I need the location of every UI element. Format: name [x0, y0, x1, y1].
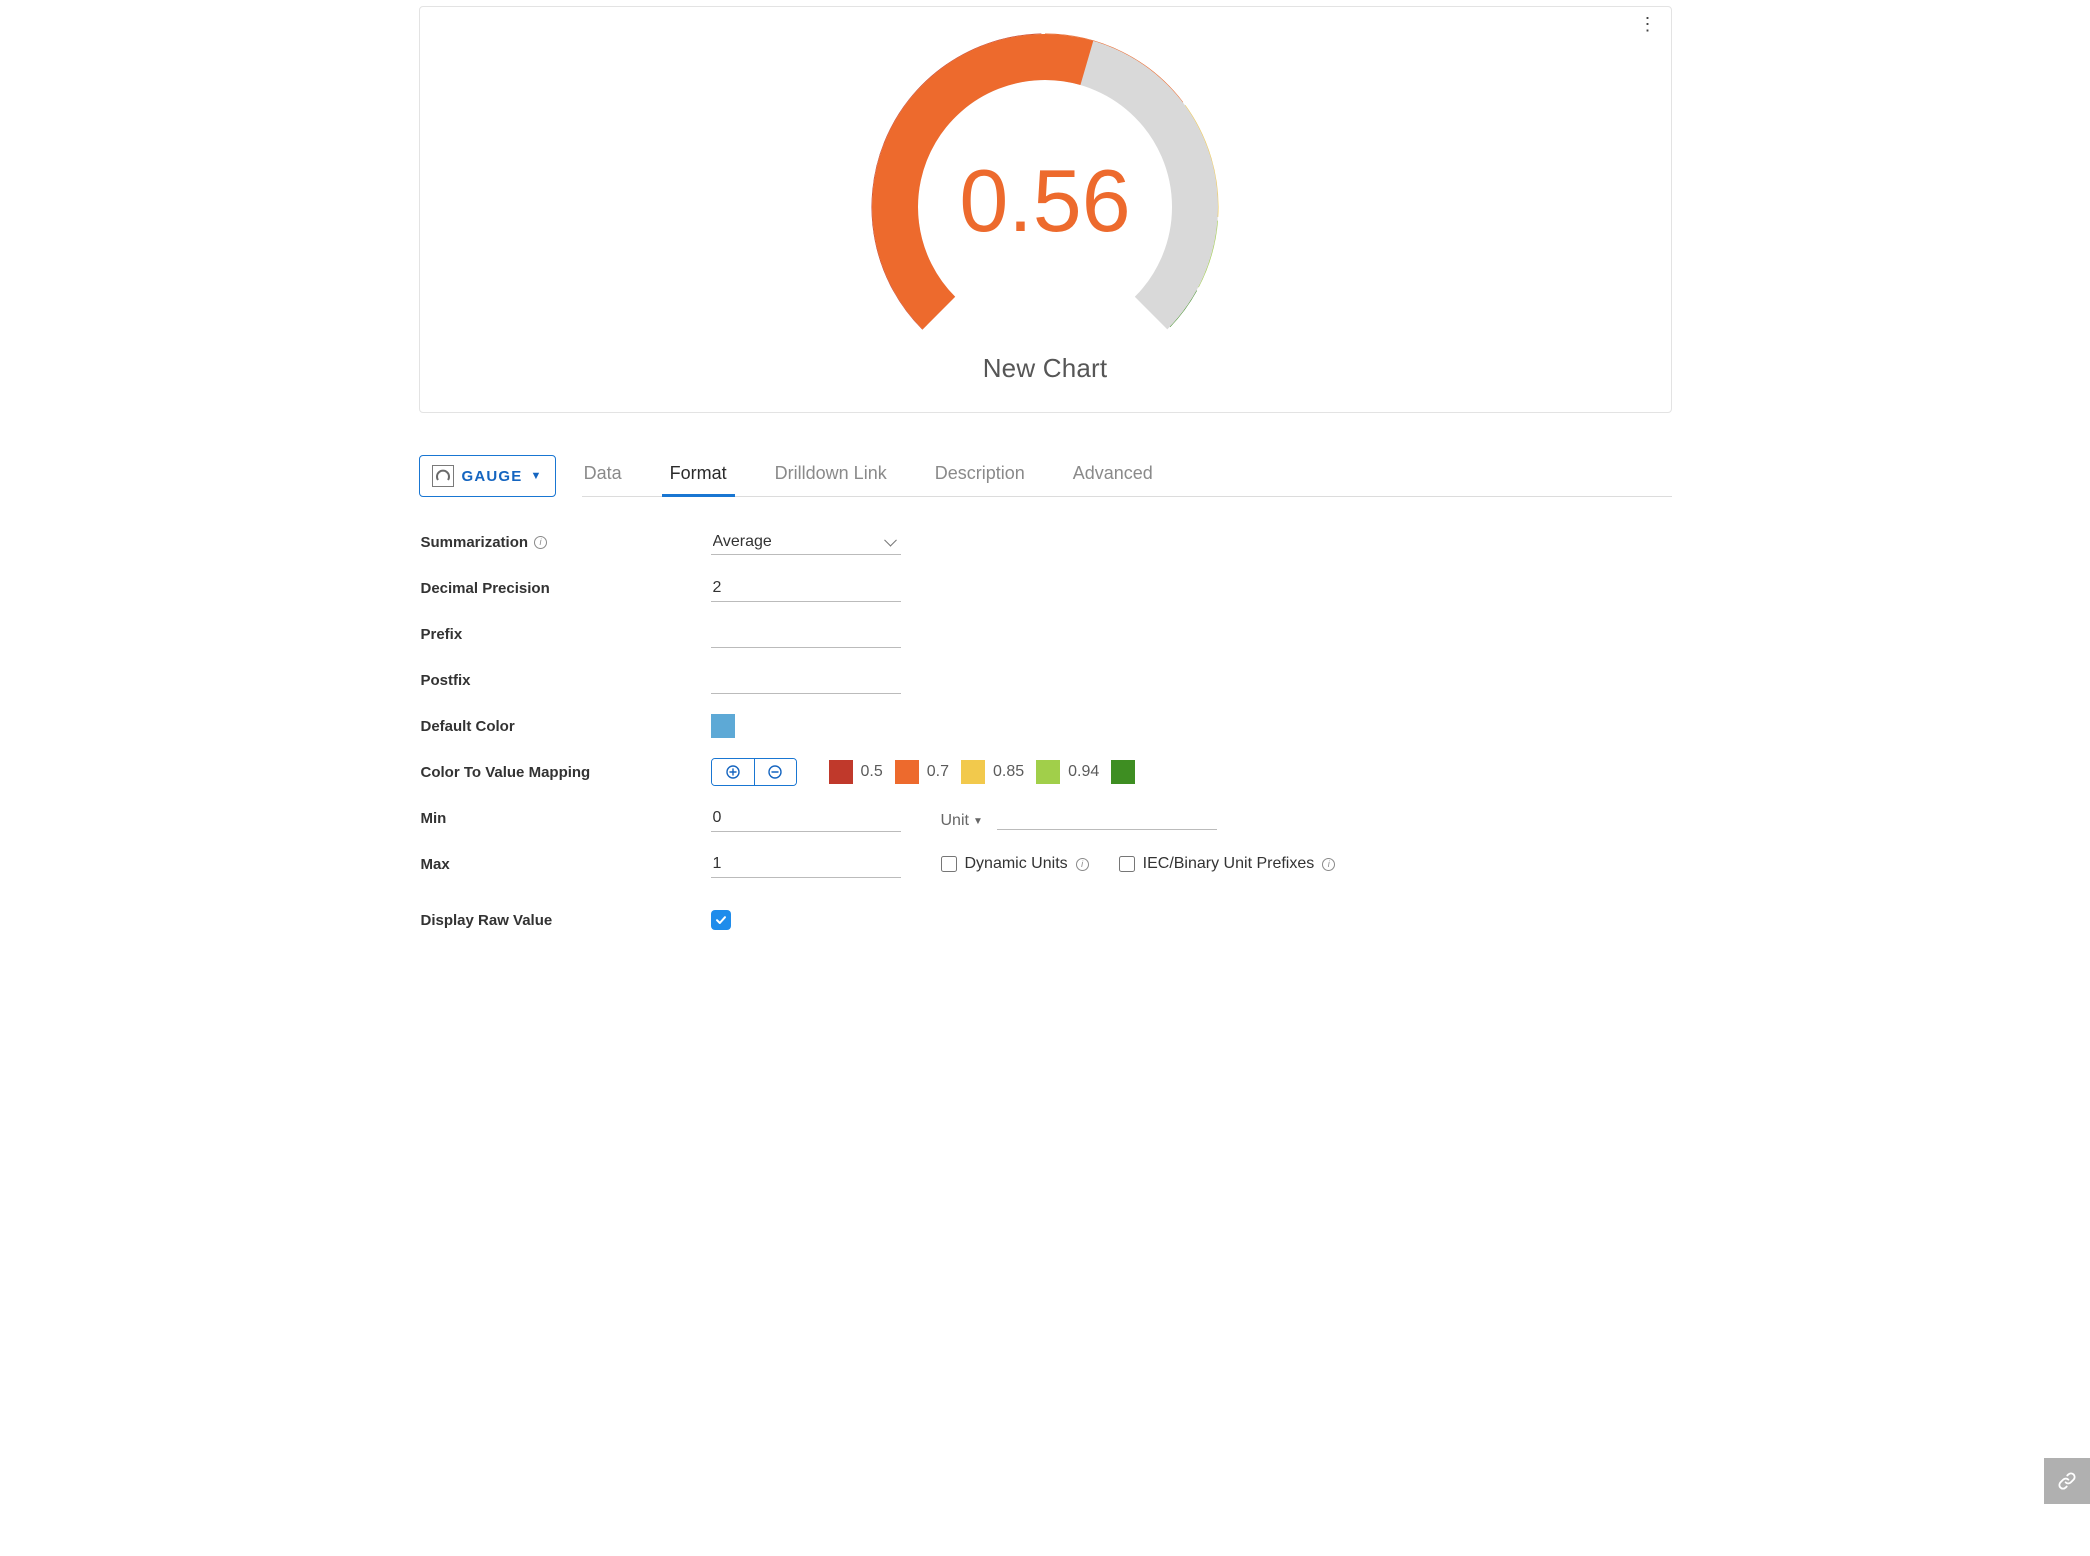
tab-drilldown[interactable]: Drilldown Link	[773, 455, 889, 496]
info-icon[interactable]: i	[1076, 858, 1089, 871]
display-raw-label: Display Raw Value	[421, 912, 711, 929]
summarization-select[interactable]: Average	[711, 529, 901, 555]
ctv-stop[interactable]: 0.5	[829, 760, 883, 784]
row-postfix: Postfix	[421, 657, 1672, 703]
ctv-stop[interactable]: 0.94	[1036, 760, 1099, 784]
prefix-label: Prefix	[421, 626, 711, 643]
row-prefix: Prefix	[421, 611, 1672, 657]
tab-advanced[interactable]: Advanced	[1071, 455, 1155, 496]
color-swatch[interactable]	[1036, 760, 1060, 784]
default-color-label: Default Color	[421, 718, 711, 735]
gauge-value-text: 0.56	[959, 151, 1130, 250]
summarization-label: Summarization i	[421, 534, 711, 551]
color-swatch[interactable]	[961, 760, 985, 784]
display-raw-checkbox[interactable]	[711, 910, 731, 930]
postfix-input[interactable]	[711, 667, 901, 694]
format-form: Summarization i Average Decimal Precisio…	[419, 519, 1672, 943]
ctv-stops: 0.5 0.7 0.85 0.94	[829, 760, 1136, 784]
unit-dropdown[interactable]: Unit ▼	[941, 812, 983, 830]
color-to-value-label: Color To Value Mapping	[421, 764, 711, 781]
tab-data[interactable]: Data	[582, 455, 624, 496]
chart-preview-card: ⋮ 0.56 New Chart	[419, 6, 1672, 413]
max-input[interactable]	[711, 851, 901, 878]
color-swatch[interactable]	[829, 760, 853, 784]
color-swatch[interactable]	[1111, 760, 1135, 784]
ctv-stop[interactable]: 0.85	[961, 760, 1024, 784]
row-color-to-value: Color To Value Mapping 0.5 0.7 0.85 0.94	[421, 749, 1672, 795]
color-swatch[interactable]	[895, 760, 919, 784]
tabs: Data Format Drilldown Link Description A…	[582, 455, 1672, 497]
decimal-precision-label: Decimal Precision	[421, 580, 711, 597]
gauge-icon	[432, 465, 454, 487]
info-icon[interactable]: i	[1322, 858, 1335, 871]
kebab-menu-icon[interactable]: ⋮	[1639, 15, 1657, 33]
row-min: Min Unit ▼	[421, 795, 1672, 841]
ctv-stop[interactable]	[1111, 760, 1135, 784]
ctv-value: 0.94	[1068, 763, 1099, 781]
tab-description[interactable]: Description	[933, 455, 1027, 496]
postfix-label: Postfix	[421, 672, 711, 689]
share-button[interactable]	[2044, 1458, 2090, 1504]
min-input[interactable]	[711, 805, 901, 832]
ctv-value: 0.85	[993, 763, 1024, 781]
gauge-wrap: 0.56 New Chart	[420, 17, 1671, 384]
row-default-color: Default Color	[421, 703, 1672, 749]
row-max: Max Dynamic Units i IEC/Binary Unit Pref…	[421, 841, 1672, 887]
ctv-value: 0.5	[861, 763, 883, 781]
ctv-add-button[interactable]	[712, 759, 754, 785]
unit-value-line	[997, 806, 1217, 830]
ctv-stop[interactable]: 0.7	[895, 760, 949, 784]
info-icon[interactable]: i	[534, 536, 547, 549]
prefix-input[interactable]	[711, 621, 901, 648]
chart-type-label: GAUGE	[462, 468, 523, 485]
gauge-chart: 0.56	[845, 23, 1245, 343]
ctv-add-remove	[711, 758, 797, 786]
decimal-precision-input[interactable]	[711, 575, 901, 602]
ctv-remove-button[interactable]	[754, 759, 796, 785]
row-decimal-precision: Decimal Precision	[421, 565, 1672, 611]
ctv-value: 0.7	[927, 763, 949, 781]
chart-type-dropdown[interactable]: GAUGE ▼	[419, 455, 556, 497]
chart-title: New Chart	[983, 353, 1108, 384]
row-display-raw: Display Raw Value	[421, 897, 1672, 943]
dynamic-units-checkbox[interactable]: Dynamic Units i	[941, 855, 1089, 873]
row-summarization: Summarization i Average	[421, 519, 1672, 565]
iec-prefixes-checkbox[interactable]: IEC/Binary Unit Prefixes i	[1119, 855, 1336, 873]
tab-format[interactable]: Format	[668, 455, 729, 496]
chevron-down-icon: ▼	[531, 470, 543, 482]
max-label: Max	[421, 856, 711, 873]
default-color-swatch[interactable]	[711, 714, 735, 738]
controls-row: GAUGE ▼ Data Format Drilldown Link Descr…	[419, 455, 1672, 497]
min-label: Min	[421, 810, 711, 827]
chevron-down-icon: ▼	[973, 816, 983, 827]
link-icon	[2056, 1470, 2078, 1492]
